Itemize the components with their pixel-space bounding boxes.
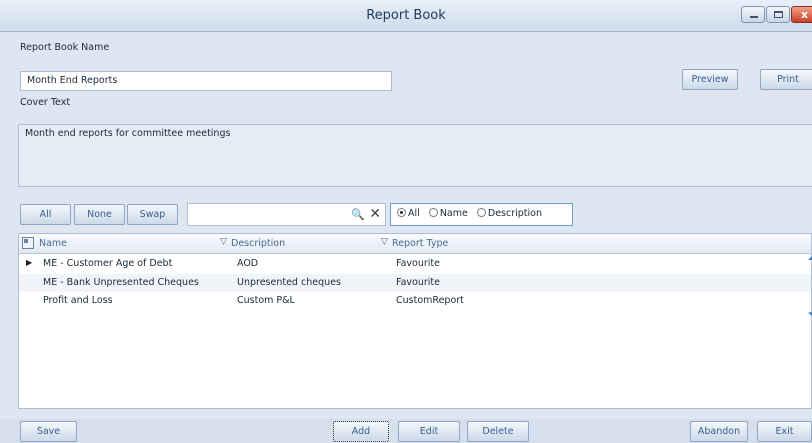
maximize-icon (774, 11, 783, 18)
filter-icon[interactable]: ▽ (220, 237, 227, 247)
cell-description: Unpresented cheques (237, 277, 341, 288)
edit-button[interactable]: Edit (398, 421, 460, 442)
save-button[interactable]: Save (20, 421, 77, 442)
radio-icon (476, 208, 486, 217)
cell-name: ME - Bank Unpresented Cheques (43, 277, 199, 288)
preview-button[interactable]: Preview (682, 69, 738, 90)
clear-search-icon[interactable]: ✕ (369, 206, 381, 222)
abandon-button[interactable]: Abandon (690, 421, 748, 442)
cell-report-type: Favourite (396, 258, 440, 269)
title-bar: Report Book x (0, 0, 812, 32)
radio-icon (428, 208, 438, 217)
swap-selection-button[interactable]: Swap (127, 204, 178, 225)
report-book-name-input[interactable]: Month End Reports (20, 71, 392, 91)
move-down-icon[interactable]: ⇩ (803, 292, 812, 327)
filter-option-name[interactable]: Name (428, 208, 468, 219)
search-icon[interactable]: 🔍 (351, 208, 365, 221)
column-header-report-type[interactable]: Report Type (392, 238, 448, 249)
cell-name: Profit and Loss (43, 295, 113, 306)
table-row[interactable]: ME - Bank Unpresented Cheques Unpresente… (19, 274, 811, 292)
cover-text-label: Cover Text (20, 97, 71, 108)
close-button[interactable]: x (791, 6, 812, 23)
cover-text-input[interactable]: Month end reports for committee meetings (18, 124, 812, 187)
minimize-icon (750, 16, 758, 18)
print-button[interactable]: Print (760, 69, 812, 90)
filter-option-description[interactable]: Description (476, 208, 542, 219)
filter-option-all[interactable]: All (397, 208, 420, 219)
cell-report-type: CustomReport (396, 295, 464, 306)
maximize-button[interactable] (766, 6, 790, 23)
column-header-description[interactable]: Description (231, 238, 285, 249)
table-row[interactable]: ▶ ME - Customer Age of Debt AOD Favourit… (19, 255, 811, 273)
current-row-icon: ▶ (26, 258, 33, 267)
table-row[interactable]: Profit and Loss Custom P&L CustomReport (19, 292, 811, 310)
add-button[interactable]: Add (333, 421, 389, 442)
close-icon: x (801, 8, 809, 21)
cell-description: Custom P&L (237, 295, 295, 306)
search-filter-group: All Name Description (390, 203, 573, 226)
cell-report-type: Favourite (396, 277, 440, 288)
filter-icon[interactable]: ▽ (381, 237, 388, 247)
radio-selected-icon (397, 208, 406, 217)
minimize-button[interactable] (741, 6, 765, 23)
window-title: Report Book (366, 8, 446, 23)
cell-description: AOD (237, 258, 259, 269)
reports-grid[interactable]: Name ▽ Description ▽ Report Type ▶ ME - … (18, 233, 812, 409)
grid-header: Name ▽ Description ▽ Report Type (19, 234, 811, 254)
column-chooser-icon[interactable] (22, 237, 34, 249)
cell-name: ME - Customer Age of Debt (43, 258, 173, 269)
delete-button[interactable]: Delete (467, 421, 529, 442)
exit-button[interactable]: Exit (757, 421, 812, 442)
select-all-button[interactable]: All (20, 204, 71, 225)
report-book-name-label: Report Book Name (20, 42, 110, 53)
move-up-icon[interactable]: ⇧ (803, 248, 812, 283)
select-none-button[interactable]: None (74, 204, 125, 225)
search-input[interactable]: 🔍 ✕ (187, 203, 386, 226)
column-header-name[interactable]: Name (39, 238, 67, 249)
